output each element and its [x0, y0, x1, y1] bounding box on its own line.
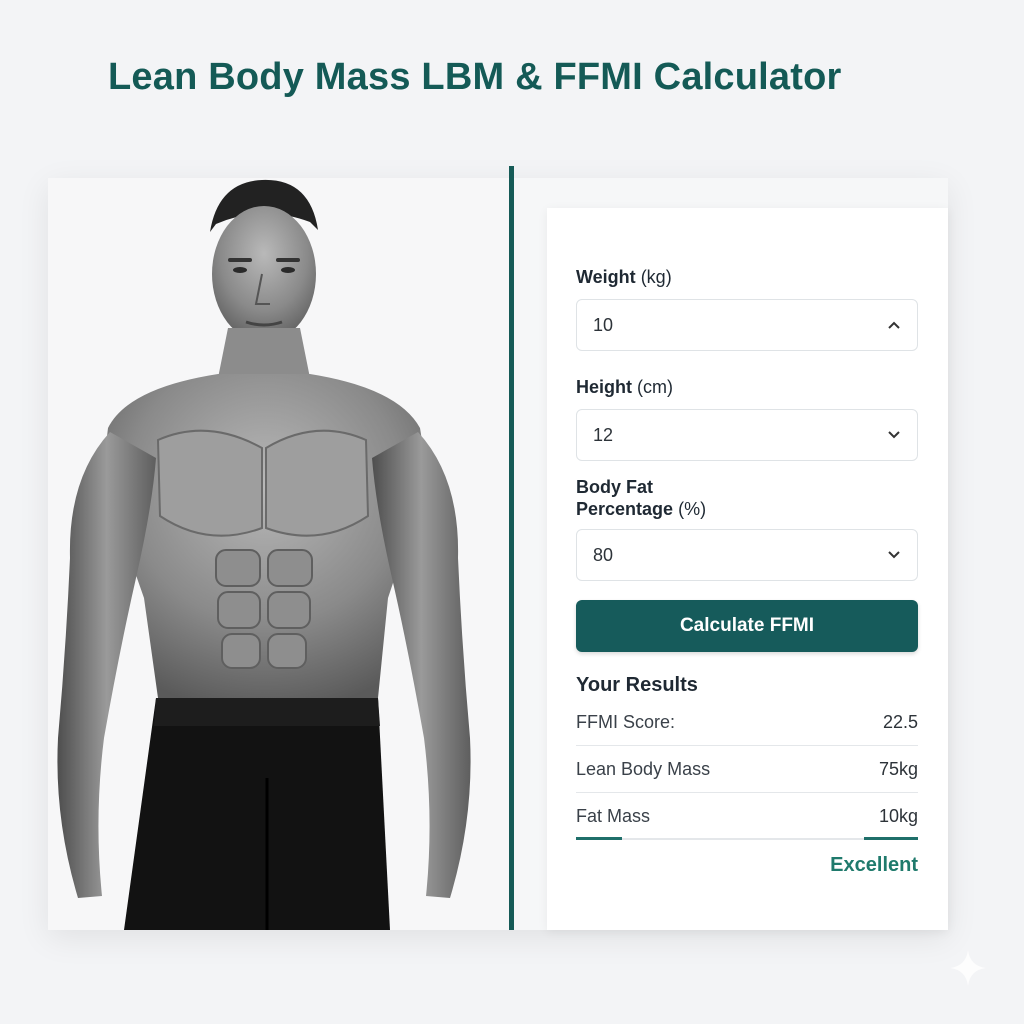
- height-value: 12: [593, 424, 614, 445]
- result-value: 75kg: [878, 758, 918, 779]
- height-input[interactable]: 12: [576, 409, 918, 461]
- section-divider: [509, 166, 514, 930]
- rating-label: Excellent: [830, 854, 918, 876]
- athlete-photo: [48, 178, 510, 930]
- chevron-down-icon[interactable]: [887, 548, 901, 562]
- result-label: Lean Body Mass: [576, 758, 711, 779]
- rating-segment-right: [864, 837, 918, 840]
- result-value: 10kg: [878, 805, 918, 826]
- result-label: Fat Mass: [576, 805, 651, 826]
- weight-label-text: Weight: [576, 267, 636, 287]
- body-fat-label-line1: Body Fat: [576, 477, 654, 497]
- body-fat-label: Body Fat Percentage (%): [576, 476, 706, 520]
- sparkle-icon: [948, 948, 988, 993]
- weight-value: 10: [593, 314, 614, 335]
- weight-input[interactable]: 10: [576, 299, 918, 351]
- weight-label-unit: (kg): [640, 267, 672, 287]
- result-value: 22.5: [882, 711, 918, 732]
- height-label-text: Height: [576, 377, 632, 397]
- result-row-ffmi: FFMI Score: 22.5: [576, 699, 918, 745]
- result-row-lean-mass: Lean Body Mass 75kg: [576, 746, 918, 792]
- calculate-ffmi-button[interactable]: Calculate FFMI: [576, 600, 918, 652]
- body-fat-value: 80: [593, 544, 614, 565]
- body-fat-input[interactable]: 80: [576, 529, 918, 581]
- rating-segment-left: [576, 837, 622, 840]
- results-title: Your Results: [576, 674, 698, 696]
- height-label-unit: (cm): [637, 377, 673, 397]
- page-title: Lean Body Mass LBM & FFMI Calculator: [108, 56, 842, 98]
- result-label: FFMI Score:: [576, 711, 676, 732]
- body-fat-label-unit: (%): [678, 499, 707, 519]
- chevron-down-icon[interactable]: [887, 428, 901, 442]
- result-row-fat-mass: Fat Mass 10kg: [576, 793, 918, 839]
- chevron-up-icon[interactable]: [887, 318, 901, 332]
- height-label: Height (cm): [576, 376, 673, 398]
- body-fat-label-line2: Percentage: [576, 499, 674, 519]
- weight-label: Weight (kg): [576, 266, 672, 288]
